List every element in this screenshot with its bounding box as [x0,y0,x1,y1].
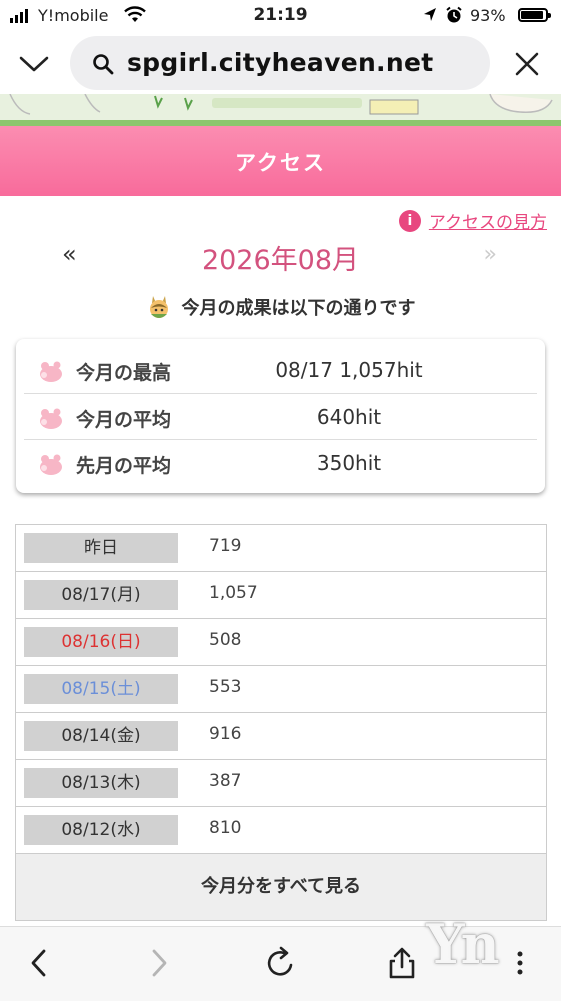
pig-icon [40,408,62,429]
day-hits: 916 [209,724,242,744]
search-icon [93,54,114,75]
table-row: 08/12(水) 810 [16,807,546,854]
day-date: 08/14(金) [24,721,178,751]
more-icon[interactable] [514,945,526,981]
url-text: spgirl.cityheaven.net [127,48,434,77]
stat-row: 先月の平均 350hit [24,439,537,486]
stat-value: 08/17 1,057hit [275,358,423,382]
access-header: アクセス [0,126,561,196]
help-link-text[interactable]: アクセスの見方 [429,208,547,233]
table-row: 08/13(木) 387 [16,760,546,807]
access-help-link[interactable]: i アクセスの見方 [398,208,547,233]
results-text: 今月の成果は以下の通りです [181,298,416,319]
day-hits: 387 [209,771,242,791]
day-hits: 719 [209,536,242,556]
forward-icon[interactable] [146,945,172,981]
reload-icon[interactable] [264,945,298,981]
day-date: 08/16(日) [24,627,178,657]
watermark-logo: Yn [426,912,500,976]
table-row: 昨日 719 [16,525,546,572]
day-date: 08/13(木) [24,768,178,798]
info-icon: i [398,209,421,232]
table-row: 08/17(月) 1,057 [16,572,546,619]
table-row: 08/15(土) 553 [16,666,546,713]
stat-row: 今月の平均 640hit [24,393,537,440]
view-all-month-button[interactable]: 今月分をすべて見る [16,854,546,920]
day-hits: 1,057 [209,583,258,603]
battery-icon [518,8,551,22]
share-icon[interactable] [386,945,418,981]
banner-illustration [9,94,553,115]
stat-value: 350hit [316,451,382,475]
access-panel: i アクセスの見方 « 2026年08月 » 今月の成果は以下の通りです 今月の… [14,196,547,924]
stats-card: 今月の最高 08/17 1,057hit 今月の平均 640hit 先月の平均 350hi… [16,339,545,493]
browser-url-bar: spgirl.cityheaven.net [0,32,561,94]
chevron-down-icon[interactable] [18,50,50,78]
status-bar: Y!mobile 21:19 93% [0,0,561,32]
day-date: 昨日 [24,533,178,563]
address-field[interactable]: spgirl.cityheaven.net [70,36,490,90]
pig-icon [40,361,62,382]
alarm-icon [446,6,462,23]
pig-icon [40,454,62,475]
mascot-icon [149,296,168,318]
close-icon[interactable] [513,50,541,78]
daily-access-table: 昨日 719 08/17(月) 1,057 08/16(日) 508 08/15(土) 553… [15,524,547,921]
battery-percent: 93% [470,6,506,25]
month-navigation: « 2026年08月 » [14,238,547,276]
day-date: 08/12(水) [24,815,178,845]
stat-label: 今月の平均 [76,409,172,431]
month-title: 2026年08月 [201,245,360,276]
table-row: 08/14(金) 916 [16,713,546,760]
stat-value: 640hit [316,405,382,429]
table-row: 08/16(日) 508 [16,619,546,666]
day-hits: 553 [209,677,242,697]
stat-label: 先月の平均 [76,455,172,477]
page-title: アクセス [235,151,326,175]
stat-label: 今月の最高 [76,362,172,384]
back-icon[interactable] [26,945,52,981]
next-month-button[interactable]: » [484,242,497,267]
day-date: 08/15(土) [24,674,178,704]
stat-row: 今月の最高 08/17 1,057hit [24,347,537,393]
day-date: 08/17(月) [24,580,178,610]
location-icon [424,8,436,21]
day-hits: 508 [209,630,242,650]
day-hits: 810 [209,818,242,838]
banner-image[interactable] [0,94,561,126]
results-summary: 今月の成果は以下の通りです [14,292,547,322]
